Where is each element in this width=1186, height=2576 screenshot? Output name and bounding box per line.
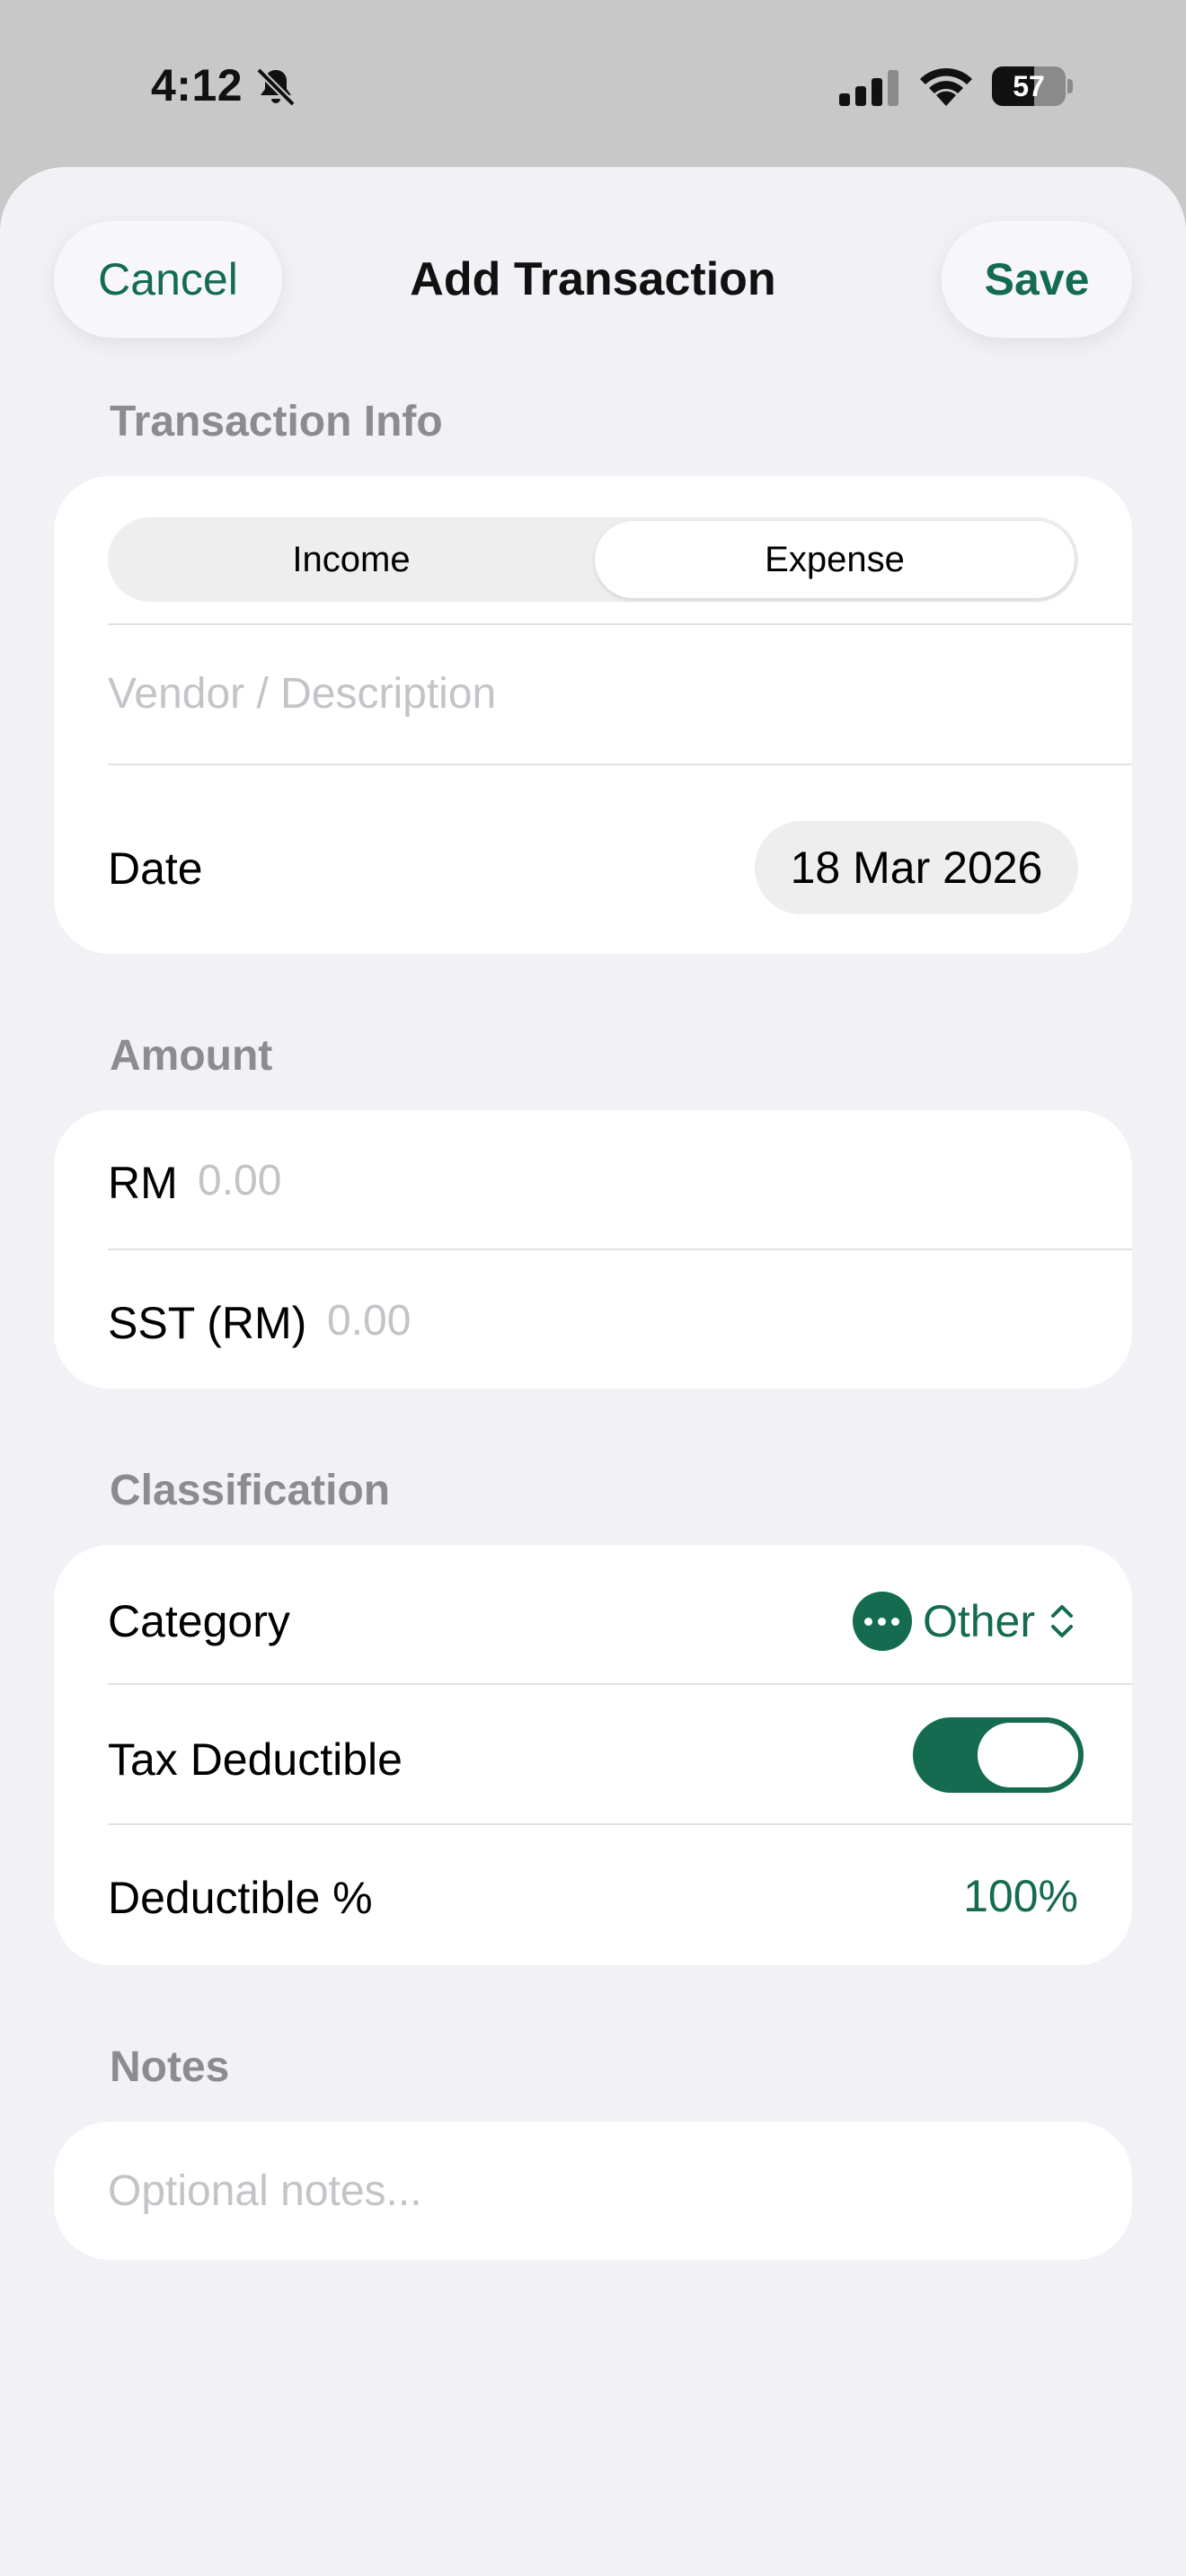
category-picker[interactable]: Other: [852, 1583, 1078, 1660]
section-header-classification: Classification: [110, 1467, 391, 1514]
section-header-transaction-info: Transaction Info: [110, 398, 443, 446]
divider: [108, 763, 1132, 765]
wifi-icon: [920, 67, 972, 106]
battery-percent: 57: [1013, 70, 1045, 102]
deductible-percent-value[interactable]: 100%: [963, 1870, 1078, 1922]
toggle-knob: [978, 1723, 1078, 1787]
notes-card: [54, 2122, 1132, 2260]
category-label: Category: [108, 1596, 290, 1646]
bell-slash-icon: [256, 67, 296, 107]
rm-label: RM: [108, 1158, 178, 1208]
notes-input[interactable]: [108, 2143, 1078, 2238]
battery-cap: [1067, 79, 1073, 93]
cellular-signal-icon: [839, 70, 898, 106]
date-picker-button[interactable]: 18 Mar 2026: [755, 821, 1078, 914]
tax-deductible-label: Tax Deductible: [108, 1734, 403, 1785]
section-header-notes: Notes: [110, 2043, 230, 2091]
date-label: Date: [108, 843, 203, 894]
amount-card: RM SST (RM): [54, 1110, 1132, 1389]
ellipsis-circle-icon: [852, 1592, 912, 1651]
divider: [108, 623, 1132, 625]
battery-body: 57: [992, 66, 1066, 106]
amount-input[interactable]: [198, 1135, 1078, 1225]
vendor-description-input[interactable]: [108, 638, 1078, 749]
category-value: Other: [922, 1596, 1035, 1646]
section-header-amount: Amount: [110, 1032, 273, 1080]
sst-label: SST (RM): [108, 1298, 307, 1348]
segment-income[interactable]: Income: [111, 521, 591, 598]
divider: [108, 1823, 1132, 1825]
sst-amount-input[interactable]: [327, 1275, 1078, 1365]
transaction-info-card: Income Expense Date 18 Mar 2026: [54, 476, 1132, 954]
chevron-up-down-icon: [1051, 1605, 1073, 1637]
divider: [108, 1683, 1132, 1685]
status-bar: 4:12 57: [0, 0, 1186, 167]
transaction-type-segmented-control: Income Expense: [108, 517, 1078, 602]
cancel-button[interactable]: Cancel: [54, 221, 282, 338]
tax-deductible-toggle[interactable]: [913, 1717, 1084, 1793]
segment-expense[interactable]: Expense: [595, 521, 1075, 598]
divider: [108, 1248, 1132, 1250]
status-time: 4:12: [151, 60, 243, 110]
deductible-percent-label: Deductible %: [108, 1873, 373, 1923]
add-transaction-sheet: Cancel Add Transaction Save Transaction …: [0, 167, 1186, 2576]
classification-card: Category Other Tax Deductible Deductible…: [54, 1545, 1132, 1965]
battery-indicator: 57: [992, 66, 1073, 106]
save-button[interactable]: Save: [942, 221, 1132, 338]
